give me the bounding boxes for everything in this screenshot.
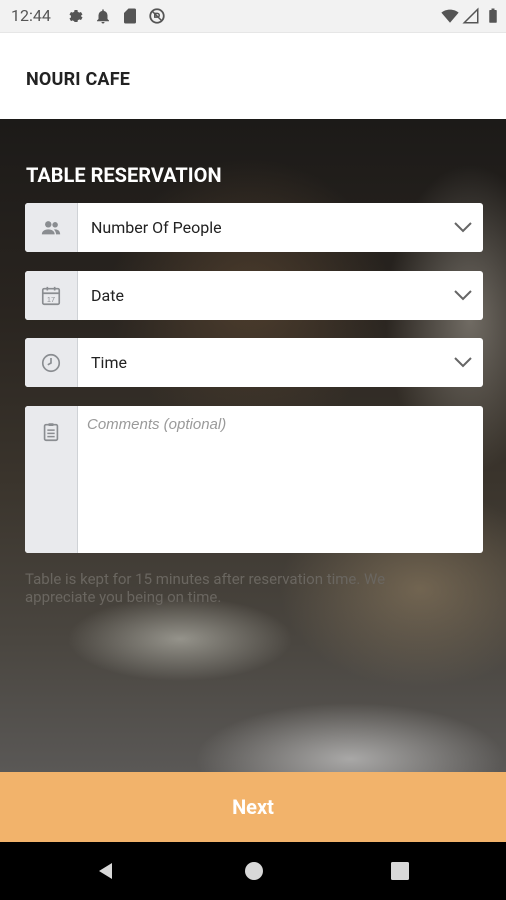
chevron-down-icon — [454, 357, 472, 368]
status-bar: 12:44 — [0, 0, 506, 32]
wifi-icon — [441, 9, 459, 23]
date-select[interactable]: 17 Date — [25, 271, 483, 320]
comments-field — [25, 406, 483, 553]
clipboard-icon — [43, 423, 59, 442]
people-icon — [41, 221, 61, 235]
home-icon[interactable] — [244, 861, 264, 881]
clock-icon — [41, 353, 61, 373]
time-select[interactable]: Time — [25, 338, 483, 387]
number-of-people-select[interactable]: Number Of People — [25, 203, 483, 252]
reservation-note: Table is kept for 15 minutes after reser… — [25, 570, 386, 606]
settings-icon — [69, 10, 83, 22]
recents-icon[interactable] — [390, 861, 410, 881]
signal-icon — [462, 7, 479, 24]
do-not-disturb-icon — [149, 8, 165, 24]
comments-input[interactable] — [85, 414, 477, 546]
sd-card-icon — [124, 8, 136, 24]
people-label: Number Of People — [91, 218, 222, 237]
app-title: NOURI CAFE — [26, 69, 131, 90]
section-title: TABLE RESERVATION — [26, 163, 222, 187]
back-icon[interactable] — [96, 861, 116, 881]
chevron-down-icon — [454, 290, 472, 301]
notification-icon — [97, 9, 109, 24]
time-label: Time — [91, 353, 127, 372]
status-time: 12:44 — [11, 6, 51, 25]
reservation-content: TABLE RESERVATION Number Of People 17 Da… — [0, 119, 506, 772]
svg-text:17: 17 — [47, 295, 55, 304]
battery-icon — [489, 8, 497, 23]
calendar-icon: 17 — [41, 286, 61, 306]
chevron-down-icon — [454, 222, 472, 233]
date-label: Date — [91, 286, 124, 305]
next-button[interactable]: Next — [0, 772, 506, 842]
app-header: NOURI CAFE — [0, 32, 506, 119]
navigation-bar — [0, 842, 506, 900]
